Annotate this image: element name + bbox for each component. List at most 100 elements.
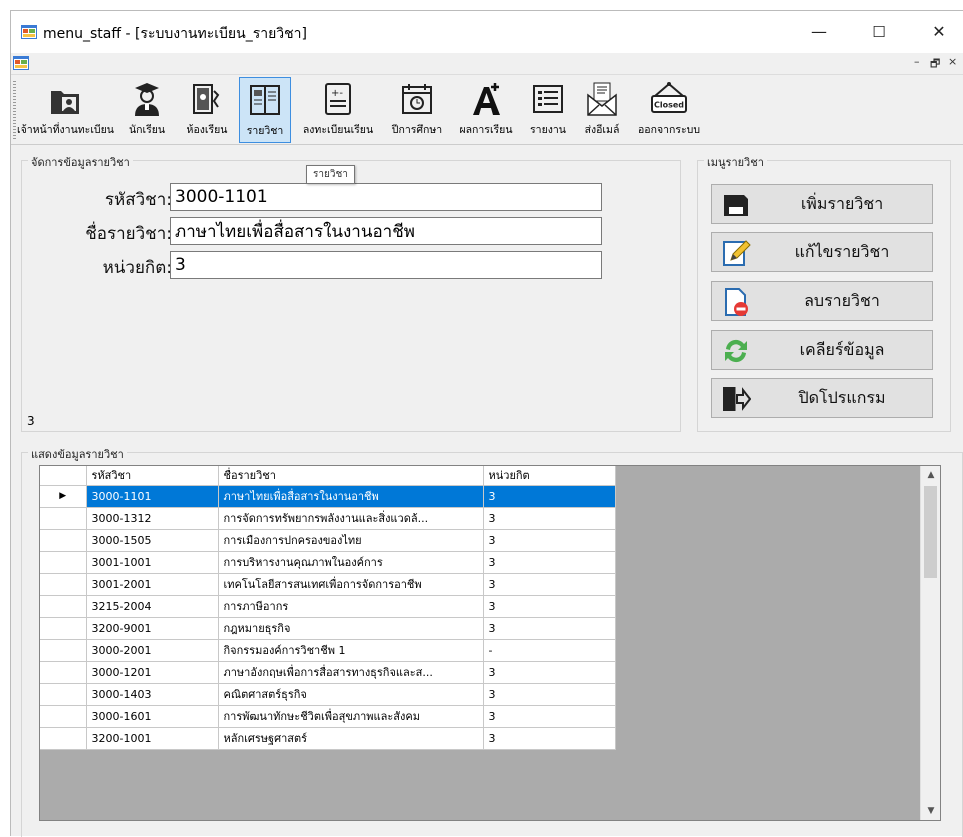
cell-credit[interactable]: 3 bbox=[483, 617, 616, 640]
cell-credit[interactable]: 3 bbox=[483, 485, 616, 508]
close-button[interactable]: ✕ bbox=[916, 17, 962, 47]
cell-code[interactable]: 3215-2004 bbox=[86, 595, 219, 618]
toolbar-logout-button[interactable]: Closed ออกจากระบบ bbox=[631, 77, 707, 143]
exit-program-button[interactable]: ปิดโปรแกรม bbox=[711, 378, 933, 418]
subject-name-input[interactable] bbox=[170, 217, 602, 245]
toolbar-email-button[interactable]: ส่งอีเมล์ bbox=[577, 77, 627, 143]
table-row[interactable]: 3200-1001 หลักเศรษฐศาสตร์ 3 bbox=[40, 727, 616, 750]
minimize-button[interactable]: — bbox=[796, 17, 842, 47]
delete-subject-button[interactable]: ลบรายวิชา bbox=[711, 281, 933, 321]
cell-code[interactable]: 3000-1505 bbox=[86, 529, 219, 552]
cell-credit[interactable]: 3 bbox=[483, 727, 616, 750]
cell-credit[interactable]: 3 bbox=[483, 661, 616, 684]
table-row[interactable]: ▶ 3000-1101 ภาษาไทยเพื่อสื่อสารในงานอาชี… bbox=[40, 485, 616, 508]
row-header[interactable] bbox=[40, 727, 87, 750]
row-header[interactable] bbox=[40, 595, 87, 618]
cell-code[interactable]: 3200-9001 bbox=[86, 617, 219, 640]
toolbar-classroom-button[interactable]: ห้องเรียน bbox=[179, 77, 235, 143]
cell-name[interactable]: การภาษีอากร bbox=[218, 595, 484, 618]
cell-credit[interactable]: - bbox=[483, 639, 616, 662]
cell-name[interactable]: หลักเศรษฐศาสตร์ bbox=[218, 727, 484, 750]
toolbar-student-button[interactable]: นักเรียน bbox=[119, 77, 175, 143]
scrollbar-thumb[interactable] bbox=[924, 486, 937, 578]
cell-name[interactable]: กิจกรรมองค์การวิชาชีพ 1 bbox=[218, 639, 484, 662]
toolbar-academic-year-button[interactable]: ปีการศึกษา bbox=[385, 77, 449, 143]
toolbar-grades-button[interactable]: ผลการเรียน bbox=[453, 77, 519, 143]
cell-credit[interactable]: 3 bbox=[483, 705, 616, 728]
toolbar-subject-button[interactable]: รายวิชา bbox=[239, 77, 291, 143]
table-row[interactable]: 3000-1505 การเมืองการปกครองของไทย 3 bbox=[40, 529, 616, 552]
row-header[interactable] bbox=[40, 639, 87, 662]
cell-code[interactable]: 3000-1101 bbox=[86, 485, 219, 508]
cell-name[interactable]: เทคโนโลยีสารสนเทศเพื่อการจัดการอาชีพ bbox=[218, 573, 484, 596]
row-header[interactable] bbox=[40, 529, 87, 552]
cell-code[interactable]: 3000-1601 bbox=[86, 705, 219, 728]
column-header-name[interactable]: ชื่อรายวิชา bbox=[218, 466, 484, 486]
cell-code[interactable]: 3001-2001 bbox=[86, 573, 219, 596]
vertical-scrollbar[interactable]: ▲ ▼ bbox=[920, 466, 940, 820]
table-row[interactable]: 3200-9001 กฎหมายธุรกิจ 3 bbox=[40, 617, 616, 640]
table-row[interactable]: 3000-2001 กิจกรรมองค์การวิชาชีพ 1 - bbox=[40, 639, 616, 662]
clear-data-button[interactable]: เคลียร์ข้อมูล bbox=[711, 330, 933, 370]
toolbar-staff-button[interactable]: เจ้าหน้าที่งานทะเบียน bbox=[17, 77, 114, 143]
mdi-close-button[interactable]: × bbox=[948, 55, 957, 68]
row-header[interactable] bbox=[40, 661, 87, 684]
row-header-corner[interactable] bbox=[40, 466, 87, 486]
cell-name[interactable]: การเมืองการปกครองของไทย bbox=[218, 529, 484, 552]
table-row[interactable]: 3001-2001 เทคโนโลยีสารสนเทศเพื่อการจัดกา… bbox=[40, 573, 616, 596]
toolbar-grip[interactable] bbox=[13, 81, 16, 139]
row-header[interactable] bbox=[40, 683, 87, 706]
row-header[interactable] bbox=[40, 507, 87, 530]
cell-name[interactable]: ภาษาอังกฤษเพื่อการสื่อสารทางธุรกิจและส..… bbox=[218, 661, 484, 684]
mdi-minimize-button[interactable]: – bbox=[914, 55, 920, 68]
cell-credit[interactable]: 3 bbox=[483, 551, 616, 574]
group-title: แสดงข้อมูลรายวิชา bbox=[28, 445, 127, 463]
cell-name[interactable]: การพัฒนาทักษะชีวิตเพื่อสุขภาพและสังคม bbox=[218, 705, 484, 728]
mdi-restore-button[interactable]: 🗗 bbox=[930, 55, 940, 74]
edit-subject-button[interactable]: แก้ไขรายวิชา bbox=[711, 232, 933, 272]
cell-code[interactable]: 3200-1001 bbox=[86, 727, 219, 750]
row-indicator-icon[interactable]: ▶ bbox=[40, 485, 87, 508]
table-row[interactable]: 3000-1201 ภาษาอังกฤษเพื่อการสื่อสารทางธุ… bbox=[40, 661, 616, 684]
scroll-up-icon[interactable]: ▲ bbox=[921, 466, 940, 484]
subject-data-grid[interactable]: รหัสวิชา ชื่อรายวิชา หน่วยกิต ▶ 3000-110… bbox=[39, 465, 941, 821]
cell-code[interactable]: 3000-1201 bbox=[86, 661, 219, 684]
toolbar-label: นักเรียน bbox=[128, 124, 166, 136]
table-row[interactable]: 3000-1403 คณิตศาสตร์ธุรกิจ 3 bbox=[40, 683, 616, 706]
scroll-down-icon[interactable]: ▼ bbox=[921, 802, 940, 820]
cell-name[interactable]: คณิตศาสตร์ธุรกิจ bbox=[218, 683, 484, 706]
cell-name[interactable]: กฎหมายธุรกิจ bbox=[218, 617, 484, 640]
cell-code[interactable]: 3000-1403 bbox=[86, 683, 219, 706]
row-header[interactable] bbox=[40, 617, 87, 640]
cell-code[interactable]: 3000-2001 bbox=[86, 639, 219, 662]
cell-code[interactable]: 3001-1001 bbox=[86, 551, 219, 574]
row-header[interactable] bbox=[40, 551, 87, 574]
add-subject-button[interactable]: เพิ่มรายวิชา bbox=[711, 184, 933, 224]
child-window-icon[interactable] bbox=[13, 56, 29, 70]
cell-name[interactable]: การจัดการทรัพยากรพลังงานและสิ่งแวดล้... bbox=[218, 507, 484, 530]
column-header-credit[interactable]: หน่วยกิต bbox=[483, 466, 616, 486]
subject-name-label: ชื่อรายวิชา: bbox=[85, 224, 172, 244]
table-row[interactable]: 3001-1001 การบริหารงานคุณภาพในองค์การ 3 bbox=[40, 551, 616, 574]
cell-credit[interactable]: 3 bbox=[483, 529, 616, 552]
refresh-icon bbox=[725, 339, 747, 363]
maximize-button[interactable]: ☐ bbox=[856, 17, 902, 47]
toolbar-report-button[interactable]: รายงาน bbox=[523, 77, 573, 143]
table-row[interactable]: 3215-2004 การภาษีอากร 3 bbox=[40, 595, 616, 618]
save-icon bbox=[724, 195, 748, 216]
row-header[interactable] bbox=[40, 573, 87, 596]
cell-credit[interactable]: 3 bbox=[483, 507, 616, 530]
table-row[interactable]: 3000-1601 การพัฒนาทักษะชีวิตเพื่อสุขภาพแ… bbox=[40, 705, 616, 728]
cell-code[interactable]: 3000-1312 bbox=[86, 507, 219, 530]
cell-name[interactable]: ภาษาไทยเพื่อสื่อสารในงานอาชีพ bbox=[218, 485, 484, 508]
cell-credit[interactable]: 3 bbox=[483, 595, 616, 618]
credit-input[interactable] bbox=[170, 251, 602, 279]
row-header[interactable] bbox=[40, 705, 87, 728]
subject-code-input[interactable] bbox=[170, 183, 602, 211]
column-header-code[interactable]: รหัสวิชา bbox=[86, 466, 219, 486]
cell-name[interactable]: การบริหารงานคุณภาพในองค์การ bbox=[218, 551, 484, 574]
cell-credit[interactable]: 3 bbox=[483, 683, 616, 706]
table-row[interactable]: 3000-1312 การจัดการทรัพยากรพลังงานและสิ่… bbox=[40, 507, 616, 530]
cell-credit[interactable]: 3 bbox=[483, 573, 616, 596]
toolbar-register-button[interactable]: +- ลงทะเบียนเรียน bbox=[295, 77, 381, 143]
